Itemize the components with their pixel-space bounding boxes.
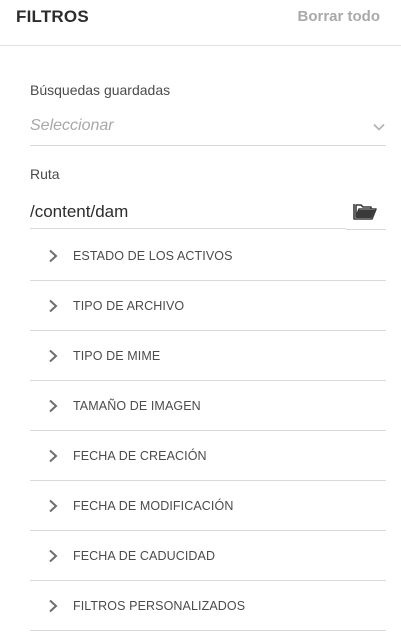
facet-label: FECHA DE CREACIÓN [73,449,207,463]
facet-label: FECHA DE CADUCIDAD [73,549,216,563]
facet-row[interactable]: FILTROS PERSONALIZADOS [30,581,386,631]
chevron-right-icon [49,299,58,313]
facet-row[interactable]: FECHA DE MODIFICACIÓN [30,481,386,531]
chevron-right-icon [49,449,58,463]
facet-label: TIPO DE MIME [73,349,161,363]
chevron-right-icon [49,249,58,263]
facet-row[interactable]: ESTADO DE LOS ACTIVOS [30,231,386,281]
filters-panel: FILTROS Borrar todo Búsquedas guardadas … [0,0,401,635]
saved-searches-placeholder: Seleccionar [30,117,114,134]
facet-label: TAMAÑO DE IMAGEN [73,399,201,413]
chevron-right-icon [49,549,58,563]
filters-header: FILTROS Borrar todo [0,0,401,46]
saved-searches-label: Búsquedas guardadas [30,82,171,98]
path-divider [346,229,386,230]
path-label: Ruta [30,166,60,182]
facet-row[interactable]: TAMAÑO DE IMAGEN [30,381,386,431]
facet-label: TIPO DE ARCHIVO [73,299,185,313]
clear-all-button[interactable]: Borrar todo [298,8,381,25]
path-input[interactable] [30,196,346,229]
facet-row[interactable]: FECHA DE CADUCIDAD [30,531,386,581]
facet-label: ESTADO DE LOS ACTIVOS [73,249,233,263]
facet-label: FECHA DE MODIFICACIÓN [73,499,234,513]
facet-label: FILTROS PERSONALIZADOS [73,599,246,613]
facet-list: ESTADO DE LOS ACTIVOS TIPO DE ARCHIVO TIPO… [30,231,386,631]
facet-row[interactable]: FECHA DE CREACIÓN [30,431,386,481]
chevron-down-icon [373,123,385,131]
chevron-right-icon [49,499,58,513]
panel-title: FILTROS [16,7,89,26]
facet-row[interactable]: TIPO DE ARCHIVO [30,281,386,331]
saved-searches-select[interactable]: Seleccionar [30,110,386,146]
chevron-right-icon [49,399,58,413]
folder-open-icon[interactable] [353,200,377,222]
facet-row[interactable]: TIPO DE MIME [30,331,386,381]
chevron-right-icon [49,599,58,613]
chevron-right-icon [49,349,58,363]
